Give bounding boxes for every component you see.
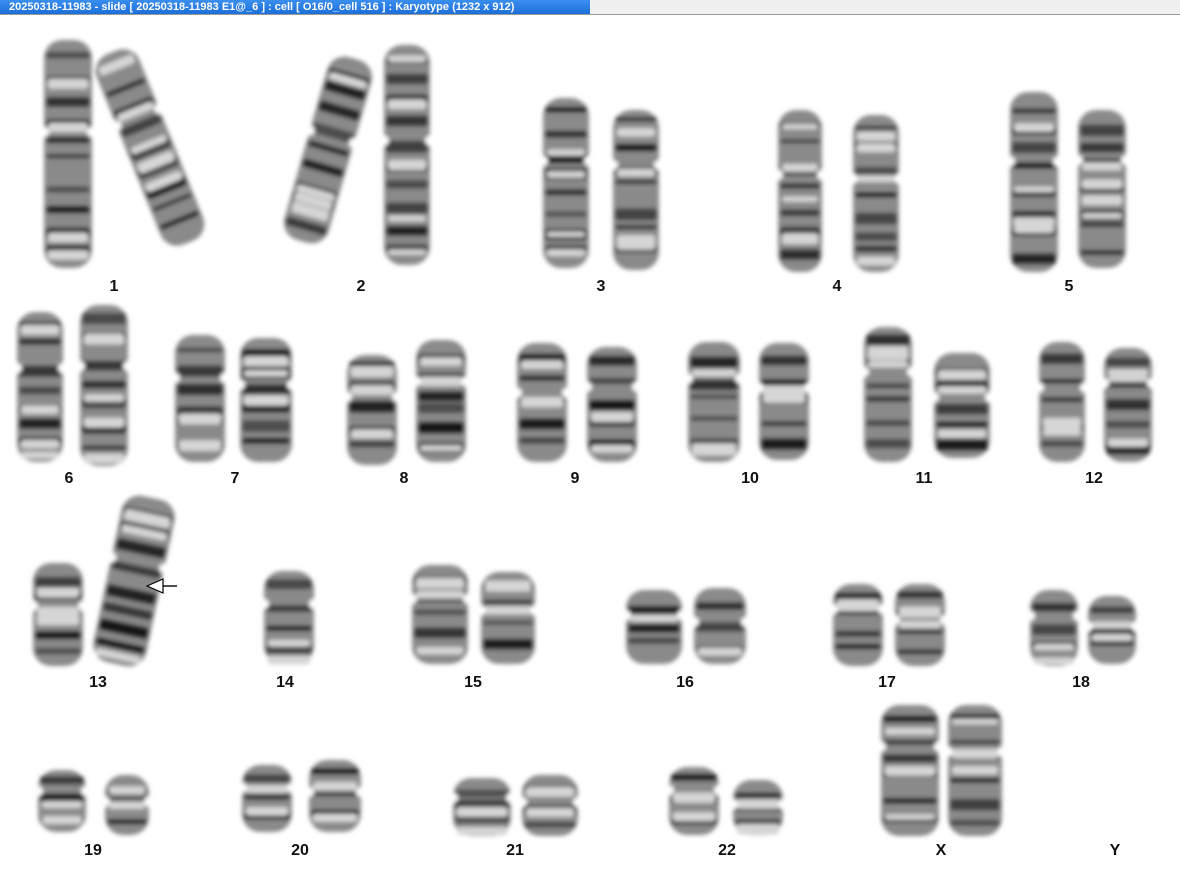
chromosome-11-1 <box>857 327 919 462</box>
chromosome-19-1 <box>31 770 93 832</box>
chromosome-21-2 <box>515 775 585 836</box>
chromosome-22-1 <box>662 767 726 835</box>
chromosome-12-1 <box>1032 342 1092 462</box>
chromosome-label-8: 8 <box>399 470 409 487</box>
chromosome-pair-8 <box>340 340 473 465</box>
chromosome-pair-10 <box>681 342 816 462</box>
chromosome-7-1 <box>168 335 232 462</box>
chromosome-label-16: 16 <box>676 674 694 691</box>
chromosome-pair-2 <box>283 45 437 265</box>
window-title-bar: 20250318-11983 - slide [ 20250318-11983 … <box>0 0 1180 15</box>
chromosome-pair-12 <box>1032 342 1159 462</box>
chromosome-x-1 <box>874 705 946 836</box>
chromosome-8-1 <box>340 355 404 465</box>
chromosome-10-1 <box>681 342 747 462</box>
chromosome-label-9: 9 <box>570 470 580 487</box>
chromosome-16-1 <box>619 590 689 664</box>
chromosome-label-x: X <box>935 842 947 859</box>
chromosome-label-17: 17 <box>878 674 896 691</box>
chromosome-label-12: 12 <box>1085 470 1103 487</box>
chromosome-label-1: 1 <box>109 278 119 295</box>
chromosome-images <box>10 40 1159 836</box>
chromosome-pair-x <box>874 705 1009 836</box>
chromosome-label-19: 19 <box>84 842 102 859</box>
chromosome-9-2 <box>580 347 644 462</box>
chromosome-label-7: 7 <box>230 470 240 487</box>
chromosome-17-1 <box>826 584 890 666</box>
chromosome-label-13: 13 <box>89 674 107 691</box>
chromosome-7-2 <box>233 338 299 462</box>
chromosome-label-3: 3 <box>596 278 606 295</box>
chromosome-9-1 <box>510 343 574 462</box>
chromosome-pair-16 <box>619 588 753 664</box>
chromosome-1-2 <box>95 49 205 246</box>
chromosome-pair-3 <box>536 98 666 270</box>
chromosome-6-2 <box>73 305 135 466</box>
chromosome-pair-9 <box>510 343 644 462</box>
chromosome-pair-11 <box>857 327 997 462</box>
chromosome-pair-22 <box>662 767 790 835</box>
chromosome-17-2 <box>888 584 952 666</box>
chromosome-pair-21 <box>446 775 585 836</box>
chromosome-1-1 <box>37 40 99 268</box>
chromosome-pair-18 <box>1023 590 1143 666</box>
chromosome-label-5: 5 <box>1064 278 1074 295</box>
chromosome-pair-19 <box>31 770 156 835</box>
chromosome-x-2 <box>941 705 1009 836</box>
arrow-left-icon <box>146 578 177 594</box>
chromosome-18-2 <box>1081 596 1143 664</box>
chromosome-pair-20 <box>235 760 368 832</box>
chromosome-3-1 <box>536 98 596 268</box>
chromosome-pair-7 <box>168 335 299 462</box>
chromosome-21-1 <box>446 778 518 836</box>
chromosome-5-2 <box>1071 110 1133 268</box>
chromosome-pair-1 <box>37 40 205 268</box>
chromosome-15-1 <box>405 565 475 664</box>
chromosome-label-22: 22 <box>718 842 736 859</box>
chromosome-8-2 <box>409 340 473 462</box>
chromosome-5-1 <box>1003 92 1065 272</box>
chromosome-label-4: 4 <box>832 278 842 295</box>
chromosome-label-6: 6 <box>64 470 74 487</box>
chromosome-12-2 <box>1097 348 1159 462</box>
chromosome-20-2 <box>302 760 368 832</box>
chromosome-pair-15 <box>405 565 542 664</box>
chromosome-label-14: 14 <box>276 674 294 691</box>
chromosome-16-2 <box>687 588 753 664</box>
chromosome-pair-4 <box>771 110 906 272</box>
chromosome-10-2 <box>752 343 816 460</box>
chromosome-label-11: 11 <box>915 470 933 487</box>
chromosome-pair-17 <box>826 584 952 666</box>
chromosome-label-2: 2 <box>356 278 366 295</box>
chromosome-11-2 <box>927 353 997 458</box>
chromosome-19-2 <box>98 775 156 835</box>
chromosome-14-1 <box>257 571 321 665</box>
chromosome-22-2 <box>726 780 790 835</box>
chromosome-2-2 <box>377 45 437 265</box>
chromosome-label-18: 18 <box>1072 674 1090 691</box>
chromosome-13-1 <box>26 563 90 666</box>
chromosome-20-1 <box>235 765 299 832</box>
window-title: 20250318-11983 - slide [ 20250318-11983 … <box>0 0 590 14</box>
chromosome-4-2 <box>846 115 906 272</box>
chromosome-18-1 <box>1023 590 1085 666</box>
chromosome-2-1 <box>283 56 373 244</box>
chromosome-label-y: Y <box>1109 842 1121 859</box>
chromosome-pair-14 <box>257 571 321 665</box>
chromosome-15-2 <box>474 572 542 664</box>
chromosome-6-1 <box>10 312 70 462</box>
chromosome-label-21: 21 <box>506 842 524 859</box>
chromosome-pair-5 <box>1003 92 1133 272</box>
chromosome-pair-6 <box>10 305 135 466</box>
chromosome-3-2 <box>606 110 666 270</box>
chromosome-label-20: 20 <box>291 842 309 859</box>
karyotype-canvas: 1 2 3 4 5 6 7 8 9 10 11 12 13 14 15 16 17 18 19 20 21 22 X Y <box>0 15 1180 880</box>
chromosome-label-15: 15 <box>464 674 482 691</box>
chromosome-label-10: 10 <box>741 470 759 487</box>
chromosome-4-1 <box>771 110 829 272</box>
